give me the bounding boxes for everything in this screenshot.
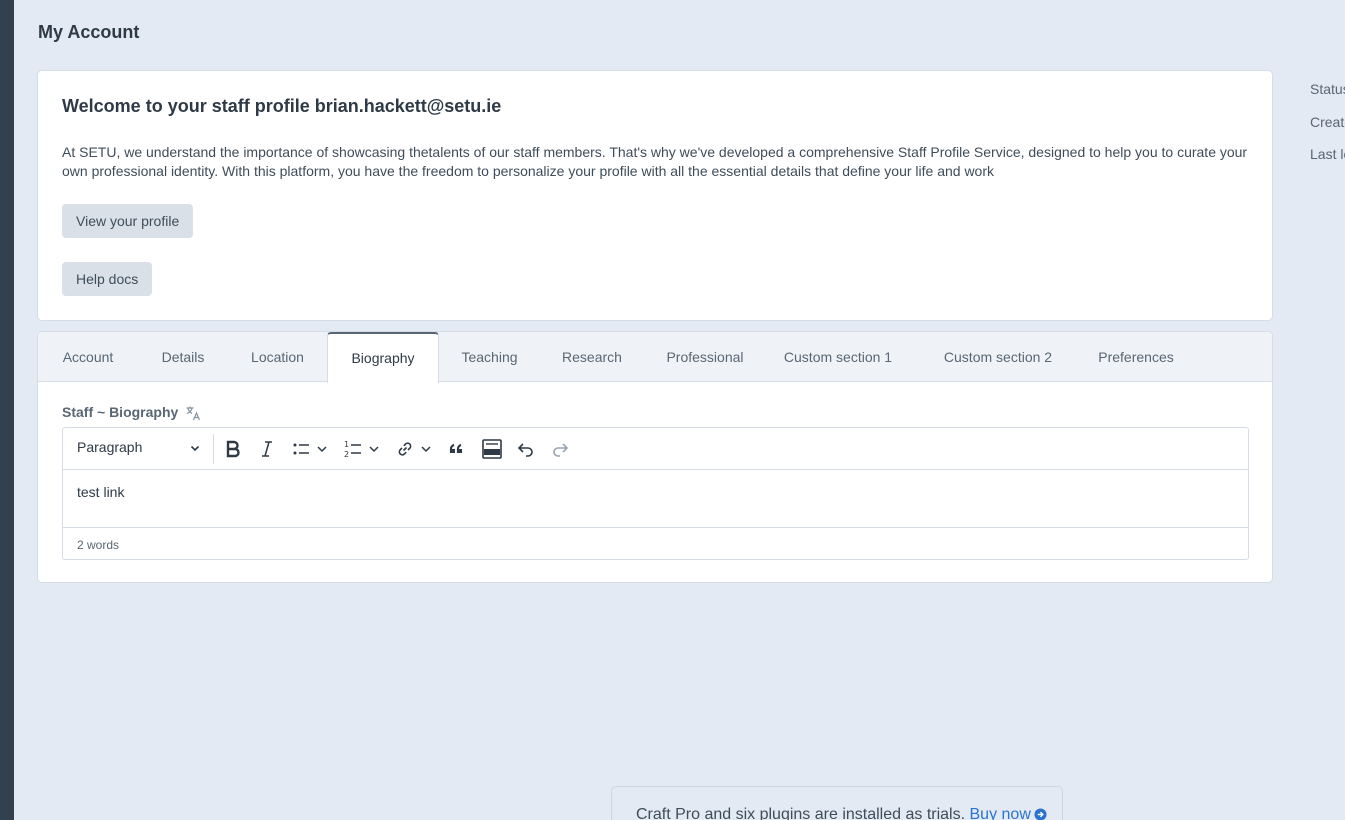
buy-now-link[interactable]: Buy now <box>970 806 1047 820</box>
page-title: My Account <box>38 22 140 42</box>
tab-details[interactable]: Details <box>138 332 228 382</box>
chevron-down-icon[interactable] <box>315 437 329 461</box>
help-docs-button[interactable]: Help docs <box>62 262 153 296</box>
word-count: 2 words <box>77 538 120 552</box>
link-icon[interactable] <box>393 437 417 461</box>
meta-status-label: Status <box>1310 81 1345 97</box>
welcome-body: At SETU, we understand the importance of… <box>62 144 1248 179</box>
paragraph-format-select[interactable]: Paragraph <box>77 439 201 459</box>
arrow-circle-right-icon <box>1034 808 1047 820</box>
editor-content[interactable]: test link <box>77 484 124 500</box>
biography-field-label: Staff ~ Biography <box>62 404 179 420</box>
bulleted-list-icon[interactable] <box>289 437 313 461</box>
profile-tabs-card: Account Details Location Biography Teach… <box>37 331 1273 583</box>
tab-custom-section-2[interactable]: Custom section 2 <box>910 332 1086 382</box>
undo-icon[interactable] <box>514 437 538 461</box>
chevron-down-icon[interactable] <box>419 437 433 461</box>
tab-location[interactable]: Location <box>228 332 327 382</box>
trial-banner: Craft Pro and six plugins are installed … <box>611 786 1063 820</box>
welcome-heading: Welcome to your staff profile brian.hack… <box>62 96 502 116</box>
tab-custom-section-1[interactable]: Custom section 1 <box>766 332 910 382</box>
svg-text:2: 2 <box>344 450 349 459</box>
meta-created-label: Create <box>1310 114 1345 130</box>
tab-biography[interactable]: Biography <box>327 332 439 383</box>
chevron-down-icon[interactable] <box>367 437 381 461</box>
blockquote-icon[interactable] <box>446 437 470 461</box>
welcome-card: Welcome to your staff profile brian.hack… <box>37 70 1273 321</box>
sidebar-edge <box>0 0 14 820</box>
paragraph-format-value: Paragraph <box>77 439 143 455</box>
tab-preferences[interactable]: Preferences <box>1086 332 1186 382</box>
editor-toolbar: Paragraph 12 <box>63 428 1248 470</box>
trial-banner-text: Craft Pro and six plugins are installed … <box>636 806 966 820</box>
toolbar-divider <box>213 434 214 464</box>
translate-icon <box>185 405 201 421</box>
editor-statusbar: 2 words <box>63 527 1248 560</box>
chevron-down-icon <box>189 441 201 457</box>
buy-now-label: Buy now <box>969 806 1031 820</box>
tab-research[interactable]: Research <box>540 332 644 382</box>
tab-account[interactable]: Account <box>38 332 138 382</box>
bold-icon[interactable] <box>221 437 245 461</box>
svg-text:1: 1 <box>344 440 349 449</box>
view-profile-button[interactable]: View your profile <box>62 204 194 238</box>
tab-bar: Account Details Location Biography Teach… <box>38 332 1272 383</box>
meta-last-login-label: Last lo <box>1310 146 1345 162</box>
tab-teaching[interactable]: Teaching <box>439 332 540 382</box>
italic-icon[interactable] <box>255 437 279 461</box>
tab-professional[interactable]: Professional <box>644 332 766 382</box>
redo-icon[interactable] <box>548 437 572 461</box>
biography-editor: Paragraph 12 test link 2 words <box>62 427 1249 560</box>
html-embed-icon[interactable] <box>480 437 504 461</box>
numbered-list-icon[interactable]: 12 <box>341 437 365 461</box>
